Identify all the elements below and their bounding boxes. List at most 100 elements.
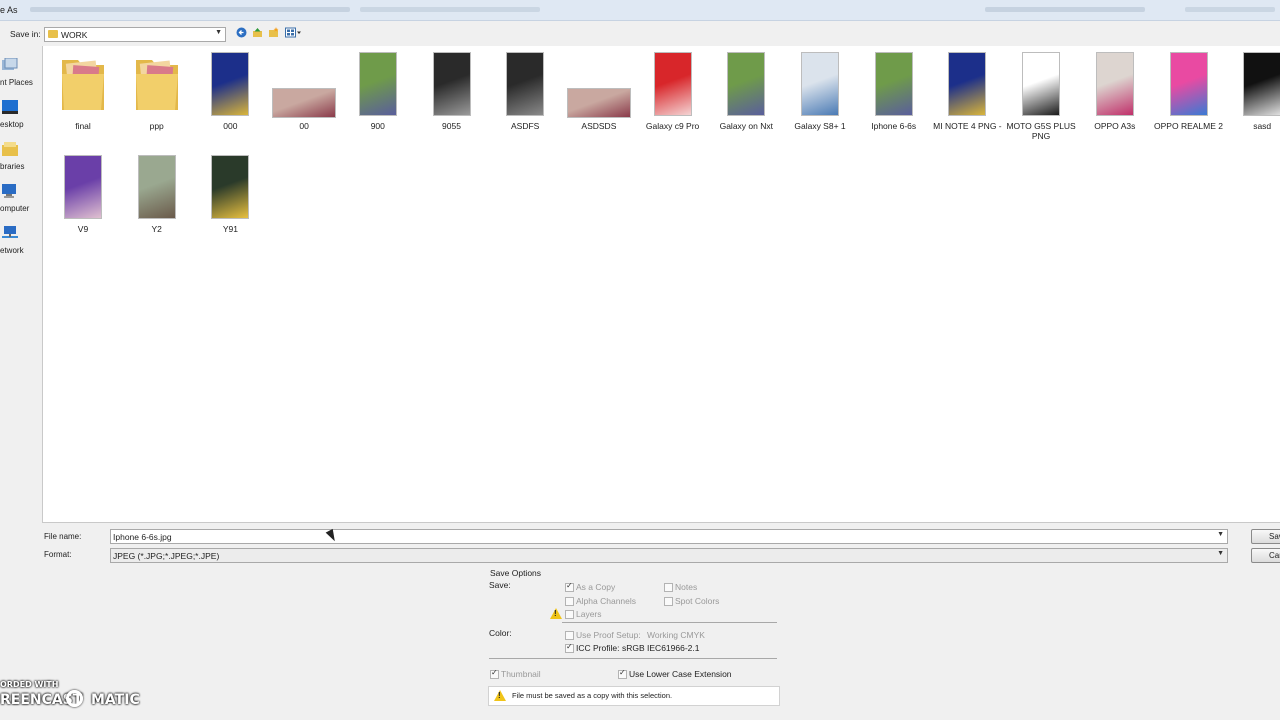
chevron-down-icon[interactable]: ▼	[1217, 531, 1224, 538]
file-item[interactable]: Galaxy S8+ 1	[783, 46, 857, 142]
file-name: MI NOTE 4 PNG -	[933, 121, 1002, 131]
save-label: Save:	[489, 580, 511, 590]
blurred-search	[1185, 7, 1275, 12]
place-label: braries	[0, 162, 25, 171]
icc-profile-value: sRGB IEC61966-2.1	[622, 643, 700, 653]
file-name: 9055	[442, 121, 461, 131]
file-name: OPPO REALME 2	[1154, 121, 1223, 131]
checkbox-box	[664, 583, 673, 592]
spot-colors-label: Spot Colors	[675, 596, 720, 606]
copy-warning-text: File must be saved as a copy with this s…	[512, 691, 673, 700]
image-thumbnail	[1023, 53, 1060, 115]
place-network[interactable]: etwork	[0, 222, 42, 262]
alpha-channels-label: Alpha Channels	[576, 596, 637, 606]
file-name: Galaxy S8+ 1	[794, 121, 846, 131]
watermark-line2b: MATIC	[91, 692, 140, 708]
file-item[interactable]: 9055	[415, 46, 489, 142]
file-name: V9	[77, 224, 89, 234]
image-thumbnail	[728, 53, 765, 115]
color-label: Color:	[489, 628, 512, 638]
place-label: etwork	[0, 246, 24, 255]
file-item[interactable]: MOTO G5S PLUS PNG	[1004, 46, 1078, 142]
image-thumbnail	[138, 156, 175, 218]
file-item[interactable]: Iphone 6-6s	[857, 46, 931, 142]
image-thumbnail	[567, 89, 630, 117]
file-item[interactable]: 000	[193, 46, 267, 142]
file-item[interactable]: 900	[341, 46, 415, 142]
image-thumbnail	[212, 53, 249, 115]
place-label: nt Places	[0, 78, 33, 87]
file-name: Galaxy on Nxt	[719, 121, 773, 131]
use-proof-setup-label: Use Proof Setup:	[576, 630, 641, 640]
checkbox-box	[565, 631, 574, 640]
file-name: Y91	[222, 224, 238, 234]
image-thumbnail	[359, 53, 396, 115]
up-folder-icon[interactable]	[252, 27, 263, 38]
file-item[interactable]: sasd	[1225, 46, 1280, 142]
separator	[562, 622, 777, 623]
recent-places-icon	[2, 58, 18, 70]
file-name: Y2	[151, 224, 162, 234]
save-button[interactable]: Sav	[1251, 529, 1280, 544]
file-name: 000	[223, 121, 238, 131]
notes-label: Notes	[675, 582, 698, 592]
image-thumbnail	[802, 53, 838, 115]
file-name: Iphone 6-6s	[871, 121, 917, 131]
file-item[interactable]: OPPO A3s	[1078, 46, 1152, 142]
file-item[interactable]: ppp	[120, 46, 194, 142]
file-list[interactable]: final ppp 000 00 900 9055 ASDFS ASDSDS Galaxy c9…	[42, 46, 1280, 523]
file-name: 00	[299, 121, 309, 131]
proof-setup-value: Working CMYK	[647, 630, 705, 640]
checkbox-box	[490, 668, 499, 679]
blurred-workspace-switcher	[985, 7, 1145, 12]
place-recent-places[interactable]: nt Places	[0, 54, 42, 94]
view-menu-icon[interactable]	[285, 27, 302, 38]
computer-icon	[2, 184, 16, 198]
checkbox-box	[565, 610, 574, 619]
place-computer[interactable]: omputer	[0, 180, 42, 220]
file-name: Galaxy c9 Pro	[645, 121, 700, 131]
file-item[interactable]: final	[46, 46, 120, 142]
place-libraries[interactable]: braries	[0, 138, 42, 178]
file-item[interactable]: MI NOTE 4 PNG -	[930, 46, 1004, 142]
save-in-dropdown[interactable]: WORK ▼	[44, 27, 226, 42]
file-item[interactable]: Y2	[120, 149, 194, 245]
image-thumbnail	[1244, 53, 1280, 115]
file-name: final	[75, 121, 91, 131]
file-name: 900	[370, 121, 385, 131]
file-item[interactable]: 00	[267, 46, 341, 142]
file-item[interactable]: ASDSDS	[562, 46, 636, 142]
file-name: ASDSDS	[581, 121, 617, 131]
new-folder-icon[interactable]	[268, 27, 279, 38]
file-name-input[interactable]: Iphone 6-6s.jpg ▼	[110, 529, 1228, 544]
network-icon	[2, 226, 18, 238]
thumbnail-label: Thumbnail	[501, 669, 541, 679]
image-thumbnail	[433, 53, 470, 115]
file-name: ppp	[149, 121, 164, 131]
file-name: sasd	[1253, 121, 1272, 131]
back-icon[interactable]	[236, 27, 247, 38]
folder-icon	[60, 52, 106, 112]
checkbox-box	[565, 581, 574, 592]
chevron-down-icon: ▼	[1217, 550, 1224, 557]
copy-warning-message: File must be saved as a copy with this s…	[488, 686, 780, 706]
format-label: Format:	[44, 550, 72, 559]
file-name: OPPO A3s	[1094, 121, 1136, 131]
image-thumbnail	[507, 53, 544, 115]
file-item[interactable]: V9	[46, 149, 120, 245]
dialog-toolbar: Save in: WORK ▼	[0, 20, 1280, 46]
place-desktop[interactable]: esktop	[0, 96, 42, 136]
format-dropdown[interactable]: JPEG (*.JPG;*.JPEG;*.JPE) ▼	[110, 548, 1228, 563]
cancel-button-label: Canc	[1269, 551, 1280, 560]
format-value: JPEG (*.JPG;*.JPEG;*.JPE)	[113, 551, 220, 561]
file-item[interactable]: Galaxy c9 Pro	[636, 46, 710, 142]
lower-case-extension-label: Use Lower Case Extension	[629, 669, 732, 679]
warning-icon	[550, 608, 562, 619]
file-item[interactable]: Y91	[193, 149, 267, 245]
cancel-button[interactable]: Canc	[1251, 548, 1280, 563]
blurred-menu-bar	[30, 7, 350, 12]
file-item[interactable]: OPPO REALME 2	[1152, 46, 1226, 142]
file-item[interactable]: ASDFS	[488, 46, 562, 142]
file-item[interactable]: Galaxy on Nxt	[709, 46, 783, 142]
checkbox-box	[565, 642, 574, 653]
